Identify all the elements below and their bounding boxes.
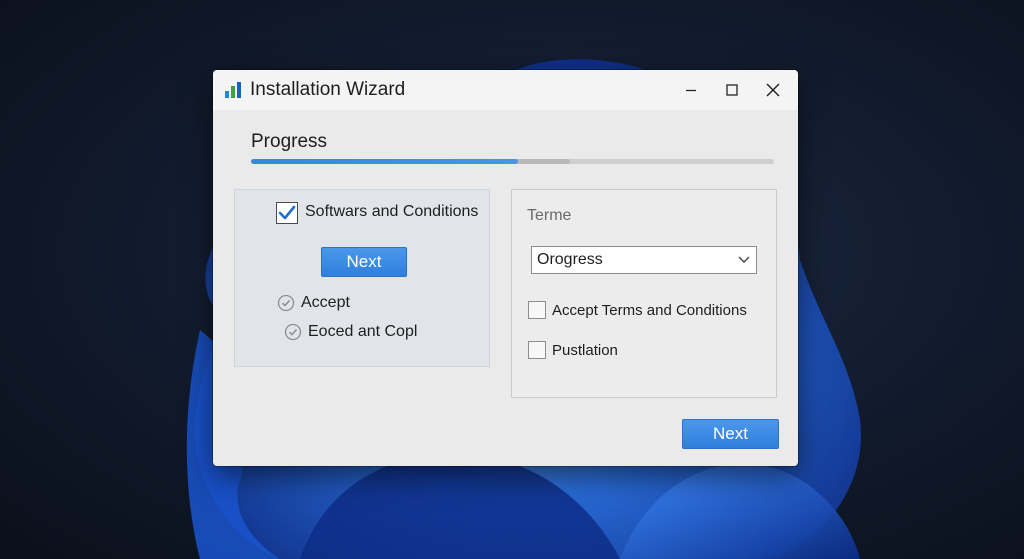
software-conditions-checkbox[interactable] <box>276 202 298 224</box>
check-circle-icon <box>284 323 302 341</box>
minimize-icon <box>686 89 696 92</box>
status-item-second[interactable]: Eoced ant Copl <box>284 323 417 341</box>
status-item-label: Eoced ant Copl <box>308 323 418 340</box>
accept-terms-label: Accept Terms and Conditions <box>552 301 747 319</box>
checkbox-box <box>528 301 546 319</box>
status-item-label: Accept <box>301 294 350 311</box>
accept-terms-checkbox[interactable]: Accept Terms and Conditions <box>528 301 747 319</box>
terms-panel: Terme Orogress Accept Terms and Conditio… <box>511 189 777 398</box>
software-conditions-panel: Softwars and Conditions Next Accept Eoce… <box>234 189 490 367</box>
next-button-panel[interactable]: Next <box>321 247 407 277</box>
status-item-accept[interactable]: Accept <box>277 294 350 312</box>
checkbox-box <box>528 341 546 359</box>
check-circle-icon <box>277 294 295 312</box>
terms-heading: Terme <box>527 207 572 224</box>
progress-heading: Progress <box>251 131 328 152</box>
minimize-button[interactable] <box>671 70 711 110</box>
progress-bar-fill <box>251 159 518 164</box>
maximize-button[interactable] <box>712 70 752 110</box>
pustlation-checkbox[interactable]: Pustlation <box>528 341 618 359</box>
window-title: Installation Wizard <box>250 79 406 100</box>
software-conditions-label: Softwars and Conditions <box>305 203 479 220</box>
pustlation-label: Pustlation <box>552 341 618 359</box>
select-value: Orogress <box>537 251 603 268</box>
next-button[interactable]: Next <box>682 419 779 449</box>
close-button[interactable] <box>753 70 793 110</box>
installation-wizard-window: Installation Wizard Progress Softwars an… <box>213 70 798 466</box>
progress-bar <box>251 159 774 164</box>
title-bar: Installation Wizard <box>213 70 798 110</box>
app-icon <box>225 82 241 98</box>
progress-select[interactable]: Orogress <box>531 246 757 274</box>
maximize-icon <box>726 84 738 96</box>
chevron-down-icon <box>738 256 750 263</box>
checkmark-icon <box>278 205 296 220</box>
close-icon <box>766 83 780 97</box>
